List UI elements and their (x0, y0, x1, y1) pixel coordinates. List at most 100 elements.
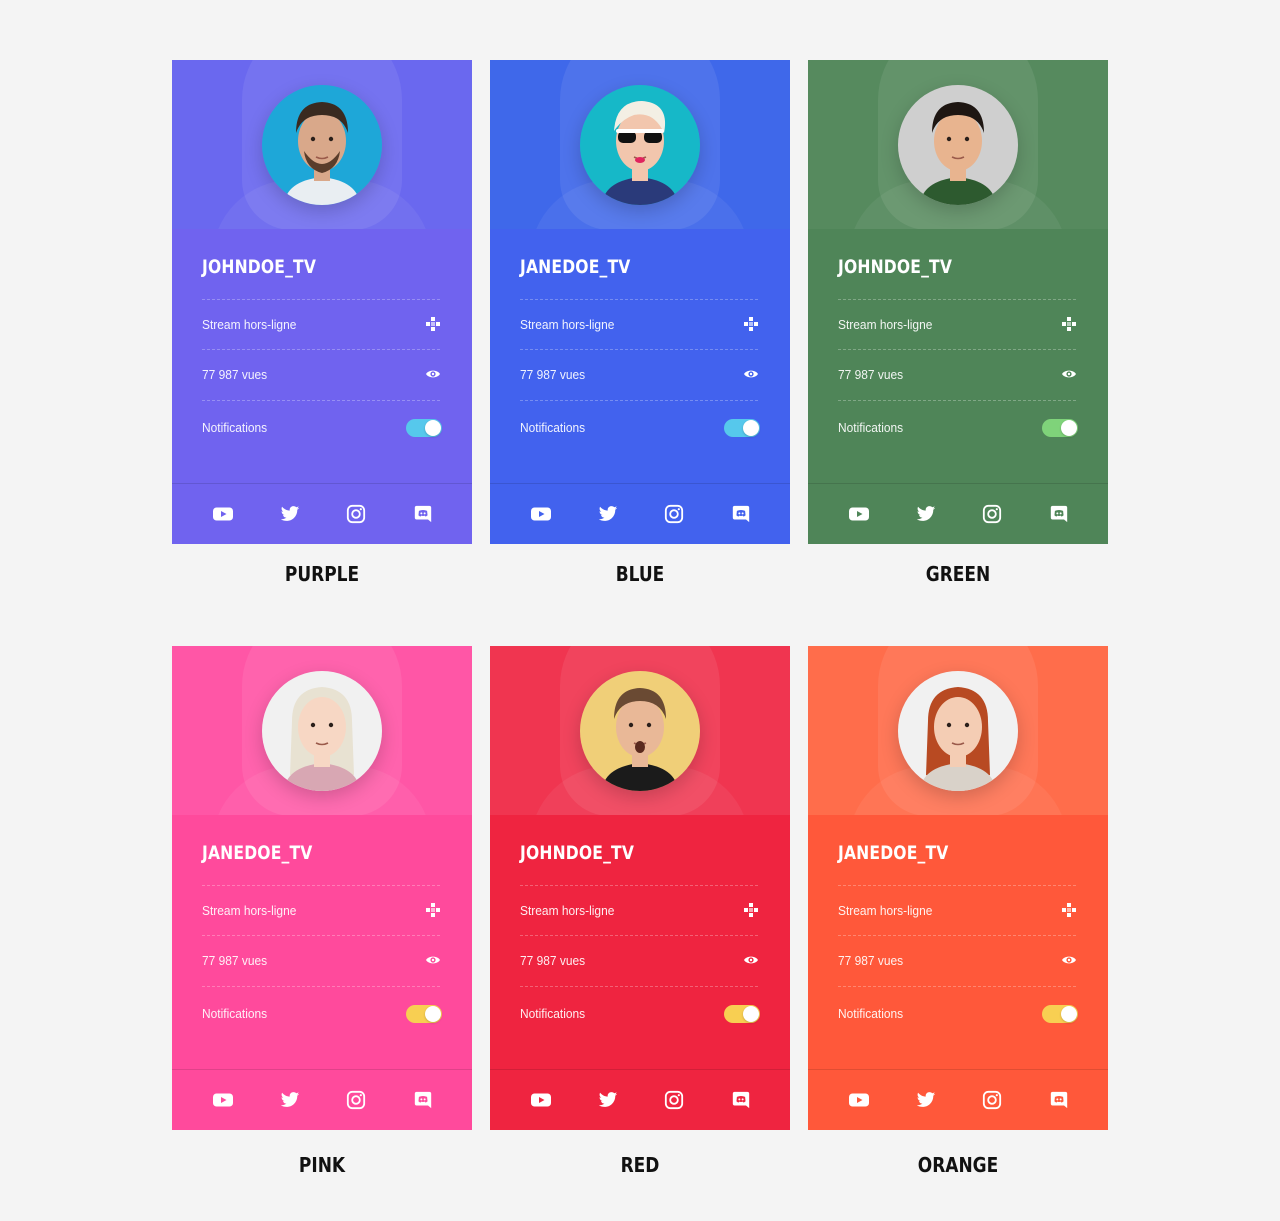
gamepad-icon (1061, 316, 1077, 332)
row-views: 77 987 vues (838, 349, 1076, 399)
twitter-icon[interactable] (597, 1090, 619, 1110)
card-body: JOHNDOE_TV Stream hors-ligne 77 987 vues… (808, 229, 1108, 483)
card-footer (490, 483, 790, 544)
discord-icon[interactable] (1048, 504, 1070, 524)
instagram-icon[interactable] (345, 1090, 367, 1110)
discord-icon[interactable] (730, 1090, 752, 1110)
card-footer (808, 483, 1108, 544)
eye-icon (743, 366, 759, 382)
stream-status-label: Stream hors-ligne (520, 317, 615, 332)
instagram-icon[interactable] (345, 504, 367, 524)
instagram-icon[interactable] (981, 1090, 1003, 1110)
youtube-icon[interactable] (530, 504, 552, 524)
profile-card-blue: JANEDOE_TV Stream hors-ligne 77 987 vues… (490, 60, 790, 544)
youtube-icon[interactable] (212, 504, 234, 524)
eye-icon (743, 952, 759, 968)
card-body: JOHNDOE_TV Stream hors-ligne 77 987 vues… (490, 815, 790, 1069)
views-label: 77 987 vues (838, 367, 904, 382)
views-label: 77 987 vues (838, 953, 904, 968)
views-label: 77 987 vues (520, 367, 586, 382)
row-views: 77 987 vues (520, 349, 758, 399)
card-hero (172, 646, 472, 815)
notifications-toggle[interactable] (406, 419, 442, 437)
youtube-icon[interactable] (848, 504, 870, 524)
avatar (898, 671, 1018, 791)
profile-card-red: JOHNDOE_TV Stream hors-ligne 77 987 vues… (490, 646, 790, 1130)
notifications-toggle[interactable] (724, 1005, 760, 1023)
row-notifications: Notifications (520, 986, 760, 1038)
caption-orange: ORANGE (917, 1153, 999, 1177)
instagram-icon[interactable] (663, 1090, 685, 1110)
caption-green: GREEN (925, 562, 991, 586)
card-body: JANEDOE_TV Stream hors-ligne 77 987 vues… (808, 815, 1108, 1069)
notifications-label: Notifications (838, 1006, 904, 1021)
row-stream-status: Stream hors-ligne (520, 885, 758, 935)
views-label: 77 987 vues (520, 953, 586, 968)
card-footer (172, 1069, 472, 1130)
card-footer (808, 1069, 1108, 1130)
notifications-label: Notifications (202, 1006, 268, 1021)
row-notifications: Notifications (838, 986, 1078, 1038)
stream-status-label: Stream hors-ligne (520, 903, 615, 918)
instagram-icon[interactable] (981, 504, 1003, 524)
row-notifications: Notifications (520, 400, 760, 452)
card-body: JANEDOE_TV Stream hors-ligne 77 987 vues… (172, 815, 472, 1069)
toggle-knob (425, 1006, 441, 1022)
toggle-knob (743, 420, 759, 436)
profile-card-purple: JOHNDOE_TV Stream hors-ligne 77 987 vues… (172, 60, 472, 544)
twitter-icon[interactable] (279, 1090, 301, 1110)
toggle-knob (425, 420, 441, 436)
notifications-toggle[interactable] (1042, 419, 1078, 437)
notifications-toggle[interactable] (1042, 1005, 1078, 1023)
twitter-icon[interactable] (915, 1090, 937, 1110)
avatar (898, 85, 1018, 205)
username: JANEDOE_TV (838, 842, 949, 864)
toggle-knob (1061, 1006, 1077, 1022)
discord-icon[interactable] (412, 504, 434, 524)
toggle-knob (743, 1006, 759, 1022)
youtube-icon[interactable] (848, 1090, 870, 1110)
row-views: 77 987 vues (202, 935, 440, 985)
notifications-toggle[interactable] (724, 419, 760, 437)
card-footer (490, 1069, 790, 1130)
gamepad-icon (743, 902, 759, 918)
avatar (262, 671, 382, 791)
notifications-label: Notifications (838, 420, 904, 435)
row-views: 77 987 vues (520, 935, 758, 985)
card-hero (808, 60, 1108, 229)
twitter-icon[interactable] (915, 504, 937, 524)
row-notifications: Notifications (202, 986, 442, 1038)
notifications-toggle[interactable] (406, 1005, 442, 1023)
notifications-label: Notifications (520, 420, 586, 435)
caption-purple: PURPLE (284, 562, 360, 586)
notifications-label: Notifications (520, 1006, 586, 1021)
card-hero (490, 60, 790, 229)
eye-icon (1061, 366, 1077, 382)
twitter-icon[interactable] (279, 504, 301, 524)
twitter-icon[interactable] (597, 504, 619, 524)
row-stream-status: Stream hors-ligne (520, 299, 758, 349)
discord-icon[interactable] (730, 504, 752, 524)
avatar (262, 85, 382, 205)
profile-card-pink: JANEDOE_TV Stream hors-ligne 77 987 vues… (172, 646, 472, 1130)
eye-icon (425, 952, 441, 968)
card-body: JANEDOE_TV Stream hors-ligne 77 987 vues… (490, 229, 790, 483)
youtube-icon[interactable] (212, 1090, 234, 1110)
row-stream-status: Stream hors-ligne (838, 885, 1076, 935)
caption-pink: PINK (298, 1153, 346, 1177)
youtube-icon[interactable] (530, 1090, 552, 1110)
card-hero (172, 60, 472, 229)
discord-icon[interactable] (412, 1090, 434, 1110)
avatar (580, 671, 700, 791)
username: JOHNDOE_TV (520, 842, 635, 864)
toggle-knob (1061, 420, 1077, 436)
gamepad-icon (425, 902, 441, 918)
stream-status-label: Stream hors-ligne (202, 903, 297, 918)
notifications-label: Notifications (202, 420, 268, 435)
row-stream-status: Stream hors-ligne (202, 885, 440, 935)
profile-card-orange: JANEDOE_TV Stream hors-ligne 77 987 vues… (808, 646, 1108, 1130)
discord-icon[interactable] (1048, 1090, 1070, 1110)
username: JOHNDOE_TV (838, 256, 953, 278)
instagram-icon[interactable] (663, 504, 685, 524)
eye-icon (1061, 952, 1077, 968)
